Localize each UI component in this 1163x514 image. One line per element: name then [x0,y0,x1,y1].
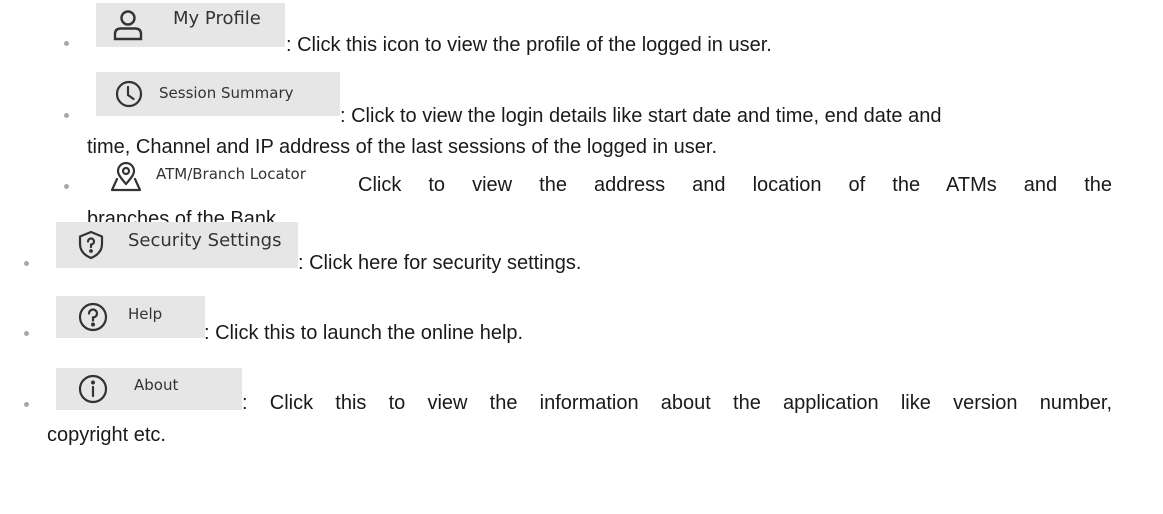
shield-question-icon [78,230,104,260]
help-button[interactable]: Help [56,296,205,338]
help-description: : Click this to launch the online help. [204,322,524,344]
help-label: Help [128,305,163,323]
security-settings-label: Security Settings [128,229,282,251]
session-summary-label: Session Summary [159,83,294,102]
atm-branch-locator-description: Click to view the address and location o… [358,174,1112,196]
my-profile-button[interactable]: My Profile [96,3,285,47]
security-settings-description: : Click here for security settings. [298,252,582,274]
about-label: About [134,376,179,394]
clock-icon [115,80,143,108]
my-profile-description: : Click this icon to view the profile of… [286,34,772,56]
about-button[interactable]: About [56,368,242,410]
atm-branch-locator-label: ATM/Branch Locator [156,165,306,183]
user-icon [113,9,143,41]
session-summary-description: : Click to view the login details like s… [340,105,942,127]
bullet [64,41,69,46]
bullet [64,113,69,118]
bullet [24,261,29,266]
info-icon [78,374,108,404]
about-continuation: copyright etc. [47,424,166,446]
atm-branch-locator-button[interactable]: ATM/Branch Locator [96,156,358,198]
security-settings-button[interactable]: Security Settings [56,222,298,268]
map-pin-icon [110,162,142,192]
about-description: : Click this to view the information abo… [242,392,1112,414]
bullet [24,402,29,407]
session-summary-button[interactable]: Session Summary [96,72,340,116]
bullet [24,331,29,336]
help-icon [78,302,108,332]
my-profile-label: My Profile [173,7,261,29]
bullet [64,184,69,189]
